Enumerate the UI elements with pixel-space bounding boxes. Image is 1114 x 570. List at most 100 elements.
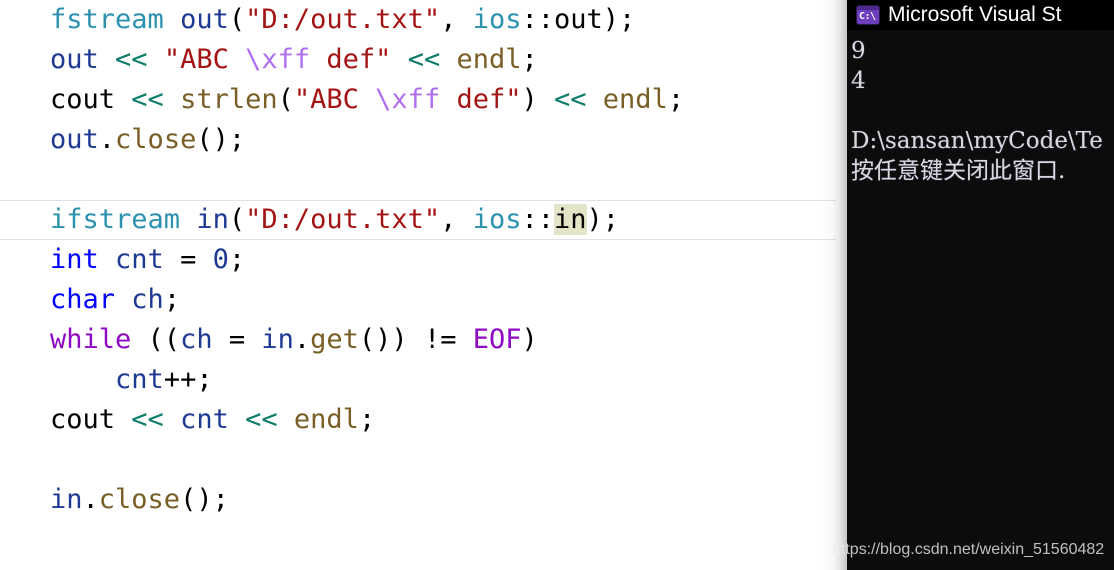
token-highlighted-reference-in: in <box>553 204 587 235</box>
token-line-tail: ); <box>586 204 620 235</box>
token-identifier-in: in <box>196 204 229 235</box>
code-line-1[interactable]: fstream out("D:/out.txt", ios::out); <box>0 0 836 40</box>
token-keyword-while: while <box>50 324 132 355</box>
cmd-console-icon: C:\ <box>857 6 879 24</box>
code-line-5-blank[interactable] <box>0 160 836 200</box>
code-line-3[interactable]: cout << strlen("ABC \xff def") << endl; <box>0 80 836 120</box>
cmd-icon-glyph: C:\ <box>859 11 876 22</box>
token-paren-open: ( <box>277 84 294 115</box>
console-output-area[interactable]: 9 4 D:\sansan\myCode\Te 按任意键关闭此窗口. <box>847 30 1114 186</box>
token-stream-operator: << <box>115 44 148 75</box>
token-paren-open: ( <box>228 204 246 235</box>
token-paren-close: ) <box>521 84 538 115</box>
token-assign: = <box>212 324 262 355</box>
token-dot: . <box>293 324 311 355</box>
token-stream-operator: << <box>245 404 278 435</box>
token-dot: . <box>82 484 99 515</box>
token-line-tail: (); <box>196 124 246 155</box>
token-increment: ++; <box>163 364 213 395</box>
token-string-abc: "ABC <box>293 84 376 115</box>
token-identifier-cnt: cnt <box>115 244 164 275</box>
token-string-path: "D:/out.txt" <box>245 4 441 35</box>
token-string-path: "D:/out.txt" <box>245 204 441 235</box>
token-stream-operator: << <box>554 84 587 115</box>
code-area[interactable]: fstream out("D:/out.txt", ios::out); out… <box>0 0 836 520</box>
token-paren-open: ( <box>228 4 246 35</box>
token-assign: = <box>163 244 213 275</box>
token-function-strlen: strlen <box>180 84 278 115</box>
token-identifier-ch: ch <box>131 284 164 315</box>
debug-console-window[interactable]: C:\ Microsoft Visual St 9 4 D:\sansan\my… <box>847 0 1114 570</box>
code-line-7[interactable]: int cnt = 0; <box>0 240 836 280</box>
token-semicolon: ; <box>521 44 538 75</box>
code-line-12-blank[interactable] <box>0 440 836 480</box>
token-stream-operator: << <box>131 404 164 435</box>
screenshot-root: fstream out("D:/out.txt", ios::out); out… <box>0 0 1114 570</box>
code-line-2[interactable]: out << "ABC \xff def" << endl; <box>0 40 836 80</box>
console-title-bar[interactable]: C:\ Microsoft Visual St <box>847 0 1114 30</box>
token-semicolon: ; <box>228 244 246 275</box>
token-function-get: get <box>310 324 359 355</box>
code-line-6-current[interactable]: ifstream in("D:/out.txt", ios::in); <box>0 200 836 240</box>
token-identifier-in: in <box>261 324 294 355</box>
token-parens-close: ()) <box>358 324 408 355</box>
console-output-line: 4 <box>851 68 866 94</box>
token-endl: endl <box>293 404 359 435</box>
token-keyword-char: char <box>50 284 116 315</box>
console-output-prompt-line: 按任意键关闭此窗口. <box>851 158 1066 184</box>
token-identifier-in: in <box>50 484 83 515</box>
token-semicolon: ; <box>667 84 685 115</box>
token-scope-out: ::out <box>521 4 603 35</box>
token-comma: , <box>440 204 473 235</box>
code-line-4[interactable]: out.close(); <box>0 120 836 160</box>
token-function-close: close <box>98 484 181 515</box>
token-endl: endl <box>456 44 522 75</box>
token-semicolon: ; <box>163 284 181 315</box>
token-endl: endl <box>602 84 668 115</box>
token-cout: cout <box>50 404 116 435</box>
token-comma: , <box>440 4 473 35</box>
token-identifier-out: out <box>50 44 99 75</box>
token-dot: . <box>98 124 116 155</box>
token-escape-xff: \xff <box>375 84 441 115</box>
code-editor-pane[interactable]: fstream out("D:/out.txt", ios::out); out… <box>0 0 836 570</box>
code-line-10[interactable]: cnt++; <box>0 360 836 400</box>
token-number-zero: 0 <box>212 244 229 275</box>
blog-watermark: https://blog.csdn.net/weixin_51560482 <box>832 541 1105 558</box>
token-keyword-int: int <box>50 244 99 275</box>
token-type-ios: ios <box>472 4 522 35</box>
token-string-abc: "ABC <box>163 44 246 75</box>
token-stream-operator: << <box>407 44 441 75</box>
code-line-8[interactable]: char ch; <box>0 280 836 320</box>
code-line-13[interactable]: in.close(); <box>0 480 836 520</box>
token-string-def: def" <box>310 44 392 75</box>
token-identifier-cnt: cnt <box>180 404 229 435</box>
token-function-close: close <box>115 124 197 155</box>
token-escape-xff: \xff <box>245 44 311 75</box>
token-identifier-out: out <box>180 4 229 35</box>
token-line-tail: (); <box>180 484 229 515</box>
token-identifier-out: out <box>50 124 99 155</box>
console-window-title: Microsoft Visual St <box>888 3 1062 26</box>
token-not-equal: != <box>423 324 457 355</box>
token-macro-eof: EOF <box>472 324 522 355</box>
console-output-line: 9 <box>851 38 866 64</box>
console-output-path-line: D:\sansan\myCode\Te <box>851 128 1103 154</box>
token-type-fstream: fstream <box>50 4 164 35</box>
code-line-11[interactable]: cout << cnt << endl; <box>0 400 836 440</box>
code-line-9[interactable]: while ((ch = in.get()) != EOF) <box>0 320 836 360</box>
